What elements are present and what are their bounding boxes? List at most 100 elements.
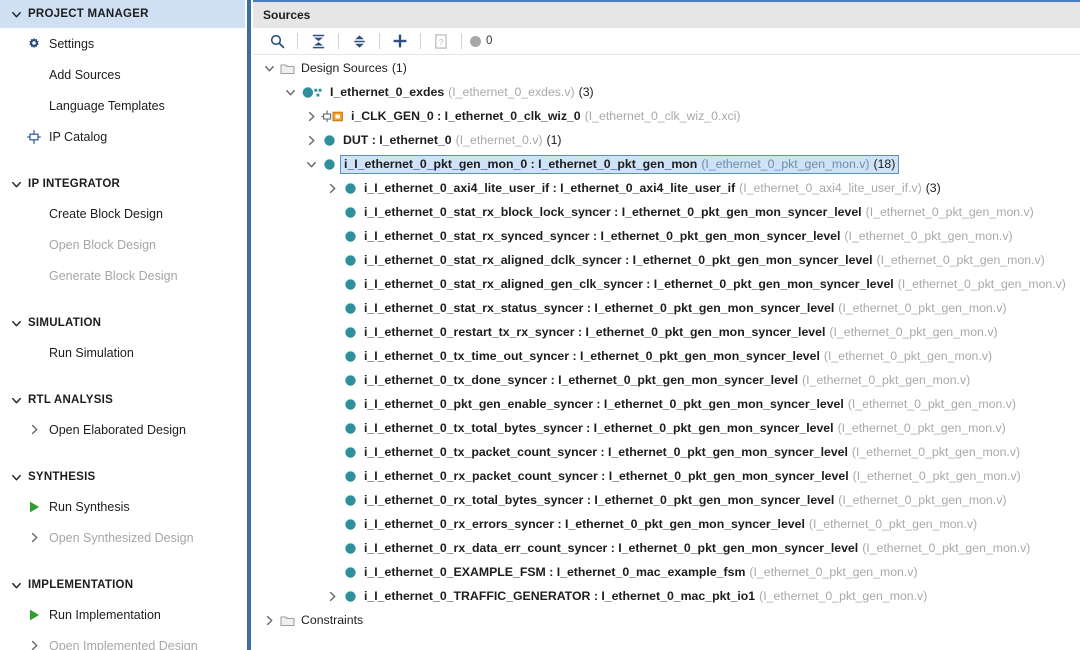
- message-count[interactable]: 0: [470, 35, 492, 47]
- tree-node-count: (18): [873, 156, 896, 171]
- tree-row[interactable]: i_I_ethernet_0_rx_errors_syncer : I_ethe…: [253, 512, 1080, 536]
- tree-row[interactable]: i_I_ethernet_0_stat_rx_status_syncer : I…: [253, 296, 1080, 320]
- nav-item-label: IP Catalog: [49, 129, 108, 144]
- toolbar-separator: [297, 33, 298, 49]
- nav-item-ip-catalog[interactable]: IP Catalog: [0, 121, 245, 152]
- tree-row[interactable]: i_I_ethernet_0_stat_rx_synced_syncer : I…: [253, 224, 1080, 248]
- module-icon: [341, 372, 359, 388]
- add-sources-icon[interactable]: [387, 30, 413, 52]
- nav-section-label: IMPLEMENTATION: [28, 579, 134, 591]
- tree-row[interactable]: i_I_ethernet_0_restart_tx_rx_syncer : I_…: [253, 320, 1080, 344]
- nav-section-simulation[interactable]: SIMULATION: [0, 309, 245, 337]
- chevron-down-icon: [8, 315, 24, 331]
- tree-row[interactable]: Design Sources (1): [253, 56, 1080, 80]
- chevron-right-icon[interactable]: [261, 612, 277, 628]
- nav-item-settings[interactable]: Settings: [0, 28, 245, 59]
- collapse-all-icon[interactable]: [305, 30, 331, 52]
- chevron-down-icon: [8, 176, 24, 192]
- nav-section-rtl-analysis[interactable]: RTL ANALYSIS: [0, 386, 245, 414]
- module-icon: [341, 252, 359, 268]
- tree-row-label: i_I_ethernet_0_rx_data_err_count_syncer …: [364, 541, 1030, 555]
- nav-item-run-simulation[interactable]: Run Simulation: [0, 337, 245, 368]
- nav-item-open-synthesized-design[interactable]: Open Synthesized Design: [0, 522, 245, 553]
- tree-row[interactable]: i_I_ethernet_0_EXAMPLE_FSM : I_ethernet_…: [253, 560, 1080, 584]
- chevron-right-icon[interactable]: [324, 180, 340, 196]
- tree-node-file: (I_ethernet_0_pkt_gen_mon.v): [897, 277, 1066, 291]
- tree-row-label: i_I_ethernet_0_stat_rx_status_syncer : I…: [364, 301, 1006, 315]
- chevron-down-icon: [8, 392, 24, 408]
- message-dot-icon: [470, 35, 481, 47]
- nav-item-generate-block-design[interactable]: Generate Block Design: [0, 260, 245, 291]
- nav-section-synthesis[interactable]: SYNTHESIS: [0, 463, 245, 491]
- folder-icon: [278, 612, 296, 628]
- tree-row-label: i_I_ethernet_0_rx_errors_syncer : I_ethe…: [364, 517, 977, 531]
- tree-node-file: (I_ethernet_0_pkt_gen_mon.v): [838, 493, 1007, 507]
- tree-row-label: i_I_ethernet_0_restart_tx_rx_syncer : I_…: [364, 325, 998, 339]
- tree-node-name: DUT : I_ethernet_0: [343, 133, 452, 147]
- chevron-down-icon[interactable]: [282, 84, 298, 100]
- tree-row[interactable]: i_I_ethernet_0_pkt_gen_mon_0 : I_etherne…: [253, 152, 1080, 176]
- toolbar-separator: [338, 33, 339, 49]
- nav-item-label: Add Sources: [49, 67, 121, 82]
- chevron-right-icon: [24, 421, 44, 439]
- tree-row[interactable]: I_ethernet_0_exdes (I_ethernet_0_exdes.v)…: [253, 80, 1080, 104]
- nav-item-open-block-design[interactable]: Open Block Design: [0, 229, 245, 260]
- no-icon: [24, 344, 44, 362]
- no-icon: [24, 97, 44, 115]
- nav-section-label: IP INTEGRATOR: [28, 178, 121, 190]
- tree-row[interactable]: i_I_ethernet_0_TRAFFIC_GENERATOR : I_eth…: [253, 584, 1080, 608]
- tree-row[interactable]: i_I_ethernet_0_axi4_lite_user_if : I_eth…: [253, 176, 1080, 200]
- flow-navigator: PROJECT MANAGER Settings Add Sources Langua…: [0, 0, 245, 650]
- chevron-right-icon[interactable]: [324, 588, 340, 604]
- ip-catalog-icon: [24, 128, 44, 146]
- chevron-right-icon[interactable]: [303, 132, 319, 148]
- tree-node-name: Constraints: [301, 613, 364, 627]
- tree-row-label: i_CLK_GEN_0 : I_ethernet_0_clk_wiz_0 (I_e…: [351, 109, 741, 123]
- tree-row[interactable]: i_I_ethernet_0_pkt_gen_enable_syncer : I…: [253, 392, 1080, 416]
- tree-row[interactable]: i_I_ethernet_0_rx_data_err_count_syncer …: [253, 536, 1080, 560]
- tree-row[interactable]: i_I_ethernet_0_rx_total_bytes_syncer : I…: [253, 488, 1080, 512]
- tree-row[interactable]: i_I_ethernet_0_stat_rx_aligned_dclk_sync…: [253, 248, 1080, 272]
- nav-section-implementation[interactable]: IMPLEMENTATION: [0, 571, 245, 599]
- tree-row[interactable]: i_I_ethernet_0_rx_packet_count_syncer : …: [253, 464, 1080, 488]
- chevron-down-icon[interactable]: [261, 60, 277, 76]
- tree-row[interactable]: i_I_ethernet_0_stat_rx_block_lock_syncer…: [253, 200, 1080, 224]
- nav-section-ip-integrator[interactable]: IP INTEGRATOR: [0, 170, 245, 198]
- tree-row[interactable]: DUT : I_ethernet_0 (I_ethernet_0.v) (1): [253, 128, 1080, 152]
- tree-row[interactable]: Constraints: [253, 608, 1080, 632]
- chevron-down-icon[interactable]: [303, 156, 319, 172]
- search-icon[interactable]: [264, 30, 290, 52]
- gear-icon: [24, 35, 44, 53]
- panel-divider[interactable]: [245, 0, 253, 650]
- nav-item-run-implementation[interactable]: Run Implementation: [0, 599, 245, 630]
- tree-row[interactable]: i_I_ethernet_0_stat_rx_aligned_gen_clk_s…: [253, 272, 1080, 296]
- tree-row[interactable]: i_I_ethernet_0_tx_time_out_syncer : I_et…: [253, 344, 1080, 368]
- no-icon: [24, 66, 44, 84]
- tree-node-name: i_I_ethernet_0_tx_total_bytes_syncer : I…: [364, 421, 834, 435]
- chevron-right-icon[interactable]: [303, 108, 319, 124]
- module-icon: [341, 468, 359, 484]
- tree-node-name: i_I_ethernet_0_stat_rx_aligned_dclk_sync…: [364, 253, 873, 267]
- tree-row-label: i_I_ethernet_0_stat_rx_aligned_dclk_sync…: [364, 253, 1045, 267]
- tree-node-file: (I_ethernet_0_pkt_gen_mon.v): [749, 565, 918, 579]
- nav-item-create-block-design[interactable]: Create Block Design: [0, 198, 245, 229]
- tree-row[interactable]: i_I_ethernet_0_tx_packet_count_syncer : …: [253, 440, 1080, 464]
- nav-section-project-manager[interactable]: PROJECT MANAGER: [0, 0, 245, 28]
- nav-item-label: Open Synthesized Design: [49, 530, 194, 545]
- module-icon: [341, 396, 359, 412]
- module-icon: [341, 516, 359, 532]
- tree-row[interactable]: i_CLK_GEN_0 : I_ethernet_0_clk_wiz_0 (I_e…: [253, 104, 1080, 128]
- sources-tree[interactable]: Design Sources (1) I_ethernet_0_exdes (I_et…: [253, 55, 1080, 650]
- tree-row[interactable]: i_I_ethernet_0_tx_total_bytes_syncer : I…: [253, 416, 1080, 440]
- nav-item-open-elaborated-design[interactable]: Open Elaborated Design: [0, 414, 245, 445]
- tree-row-label: DUT : I_ethernet_0 (I_ethernet_0.v) (1): [343, 133, 562, 147]
- tree-row-label-selected: i_I_ethernet_0_pkt_gen_mon_0 : I_etherne…: [340, 154, 900, 174]
- nav-item-add-sources[interactable]: Add Sources: [0, 59, 245, 90]
- nav-item-language-templates[interactable]: Language Templates: [0, 90, 245, 121]
- nav-item-run-synthesis[interactable]: Run Synthesis: [0, 491, 245, 522]
- nav-item-open-implemented-design[interactable]: Open Implemented Design: [0, 630, 245, 650]
- tree-row[interactable]: i_I_ethernet_0_tx_done_syncer : I_ethern…: [253, 368, 1080, 392]
- expand-all-icon[interactable]: [346, 30, 372, 52]
- tree-row-label: i_I_ethernet_0_stat_rx_aligned_gen_clk_s…: [364, 277, 1066, 291]
- tree-node-name: i_I_ethernet_0_pkt_gen_mon_0 : I_etherne…: [344, 156, 698, 171]
